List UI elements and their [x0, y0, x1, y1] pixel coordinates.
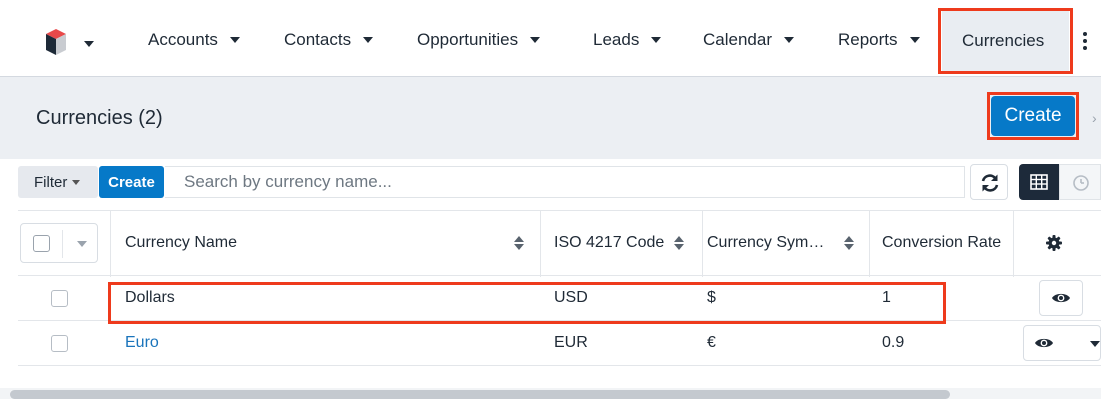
column-divider	[1013, 211, 1014, 277]
highlight-box-currencies	[938, 8, 1073, 74]
row-checkbox[interactable]	[51, 290, 68, 307]
eye-icon	[1052, 293, 1070, 303]
column-divider	[702, 211, 703, 277]
nav-item-calendar[interactable]: Calendar	[703, 30, 794, 50]
column-header-currency-name[interactable]: Currency Name	[125, 211, 505, 275]
sort-icon[interactable]	[674, 211, 684, 275]
nav-item-contacts[interactable]: Contacts	[284, 30, 374, 50]
divider	[62, 230, 63, 258]
column-header-label: Currency Name	[125, 234, 238, 251]
column-header-label: Conversion Rate	[882, 234, 1002, 251]
page-header	[0, 76, 1101, 159]
row-checkbox[interactable]	[51, 335, 68, 352]
filter-dropdown[interactable]: Filter	[18, 166, 98, 198]
select-all-checkbox[interactable]	[33, 235, 50, 252]
chevron-right-icon[interactable]: ›	[1092, 110, 1097, 126]
preview-button[interactable]	[1039, 280, 1083, 316]
column-header-label: ISO 4217 Code	[554, 234, 665, 251]
column-divider	[110, 211, 111, 277]
activity-stream-button[interactable]	[1059, 164, 1101, 200]
filter-label: Filter	[34, 173, 68, 191]
eye-icon	[1035, 338, 1053, 348]
clock-icon	[1073, 175, 1089, 191]
gear-icon	[1046, 235, 1062, 251]
iso-code-cell: EUR	[554, 334, 588, 351]
table-row[interactable]: Euro EUR € 0.9	[18, 321, 1101, 366]
search-input[interactable]: Search by currency name...	[165, 166, 965, 198]
row-actions-chevron-icon[interactable]	[1090, 341, 1100, 347]
column-header-label: Currency Sym…	[707, 234, 825, 251]
highlight-box-create	[987, 92, 1079, 140]
nav-item-leads[interactable]: Leads	[593, 30, 662, 50]
highlight-box-dollars-row	[108, 282, 946, 324]
column-divider	[540, 211, 541, 277]
list-view-button[interactable]	[1019, 164, 1059, 200]
top-navigation: Accounts Contacts Opportunities Leads Ca…	[0, 0, 1101, 76]
settings-gear-icon[interactable]	[1045, 211, 1063, 275]
nav-item-accounts[interactable]: Accounts	[148, 30, 240, 50]
currency-symbol-cell: €	[707, 334, 716, 351]
currency-name-link[interactable]: Euro	[125, 321, 159, 365]
logo-menu-chevron-icon[interactable]	[84, 41, 94, 47]
vertical-ellipsis-icon[interactable]	[1082, 32, 1088, 50]
refresh-button[interactable]	[970, 164, 1008, 200]
page-title: Currencies (2)	[36, 107, 163, 129]
table-grid-icon	[1030, 174, 1048, 190]
mass-select-dropdown[interactable]	[20, 223, 98, 263]
scrollbar-thumb[interactable]	[10, 390, 950, 399]
sort-icon[interactable]	[514, 211, 524, 275]
chevron-down-icon[interactable]	[229, 37, 240, 43]
chevron-down-icon[interactable]	[77, 241, 87, 247]
app-logo-icon[interactable]	[44, 27, 68, 57]
sort-icon[interactable]	[844, 211, 854, 275]
column-header-iso-code[interactable]: ISO 4217 Code	[554, 211, 664, 275]
chevron-down-icon[interactable]	[784, 37, 794, 43]
conversion-rate-cell: 0.9	[882, 334, 905, 351]
column-header-conversion-rate[interactable]: Conversion Rate	[882, 211, 1001, 275]
refresh-icon	[981, 174, 999, 192]
column-divider	[869, 211, 870, 277]
table-header-row: Currency Name ISO 4217 Code Currency Sym…	[18, 210, 1101, 277]
nav-item-opportunities[interactable]: Opportunities	[417, 30, 541, 50]
chevron-down-icon[interactable]	[651, 37, 662, 43]
chevron-down-icon[interactable]	[909, 37, 920, 43]
chevron-down-icon[interactable]	[363, 37, 374, 43]
column-header-currency-symbol[interactable]: Currency Sym…	[707, 211, 824, 275]
filter-create-button[interactable]: Create	[99, 166, 164, 198]
chevron-down-icon	[72, 179, 81, 185]
chevron-down-icon[interactable]	[530, 37, 541, 43]
nav-item-reports[interactable]: Reports	[838, 30, 920, 50]
